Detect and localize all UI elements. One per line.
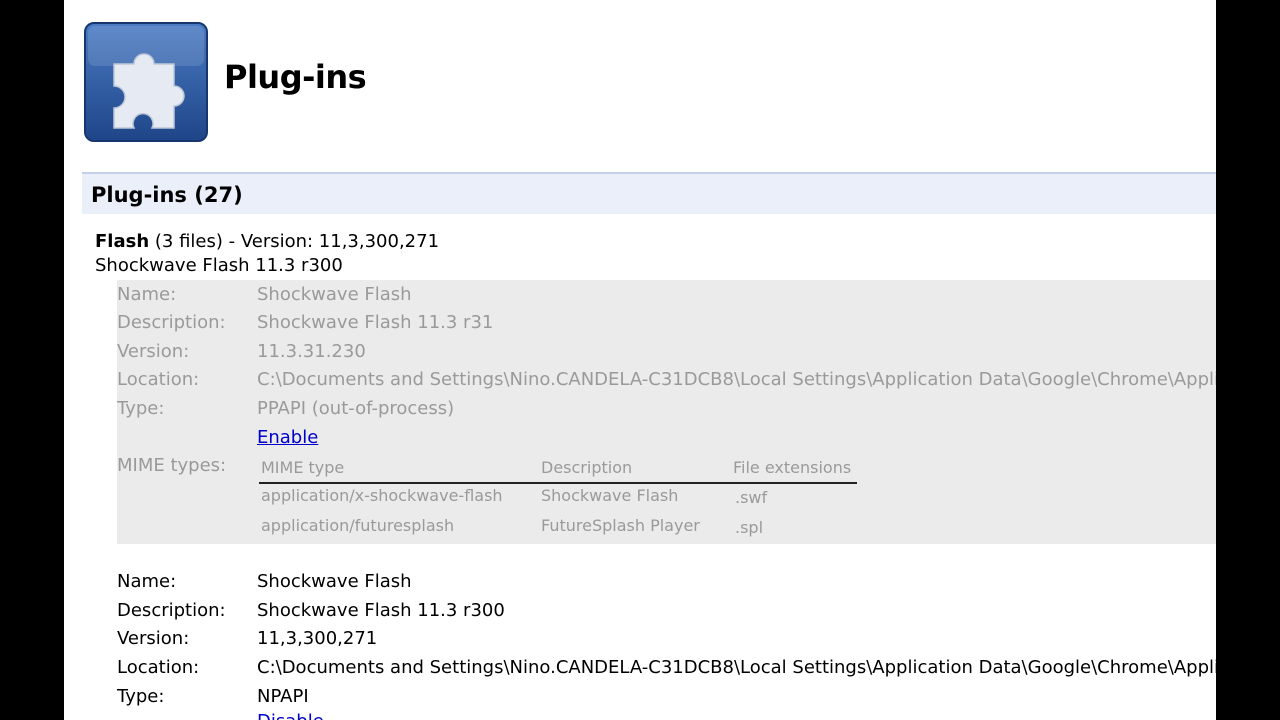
section-header-label: Plug-ins (27) — [91, 183, 243, 207]
location-label: Location: — [117, 369, 200, 390]
plugin-subtitle: Shockwave Flash 11.3 r300 — [95, 255, 343, 276]
location-value: C:\Documents and Settings\Nino.CANDELA-C… — [257, 369, 1216, 390]
type-label: Type: — [117, 686, 165, 707]
type-value: PPAPI (out-of-process) — [257, 398, 455, 419]
location-label: Location: — [117, 657, 200, 678]
plugin-version: - Version: 11,3,300,271 — [222, 231, 440, 252]
name-label: Name: — [117, 571, 177, 592]
type-value: NPAPI — [257, 686, 309, 707]
mime-types-label: MIME types: — [117, 455, 227, 476]
mime-row-description: FutureSplash Player — [541, 516, 700, 535]
mime-header-description: Description — [541, 458, 633, 477]
description-label: Description: — [117, 600, 226, 621]
plugin-name: Flash — [95, 231, 150, 252]
mime-row-description: Shockwave Flash — [541, 486, 679, 505]
version-label: Version: — [117, 628, 190, 649]
enable-link[interactable]: Enable — [257, 424, 318, 452]
name-value: Shockwave Flash — [257, 571, 412, 592]
plugin-file-disabled: Name: Shockwave Flash Description: Shock… — [117, 280, 1216, 544]
description-value: Shockwave Flash 11.3 r300 — [257, 600, 505, 621]
section-header: Plug-ins (27) — [82, 172, 1216, 214]
mime-row-type: application/futuresplash — [261, 516, 455, 535]
description-value: Shockwave Flash 11.3 r31 — [257, 312, 494, 333]
mime-row-extension: .swf — [735, 488, 768, 507]
plugin-file-count: (3 files) — [154, 231, 223, 252]
mime-row-type: application/x-shockwave-flash — [261, 486, 503, 505]
version-label: Version: — [117, 341, 190, 362]
mime-header-extensions: File extensions — [733, 458, 852, 477]
location-value: C:\Documents and Settings\Nino.CANDELA-C… — [257, 657, 1216, 678]
plugin-heading: Flash (3 files) - Version: 11,3,300,271 — [95, 230, 439, 254]
name-value: Shockwave Flash — [257, 284, 412, 305]
version-value: 11.3.31.230 — [257, 341, 366, 362]
type-label: Type: — [117, 398, 165, 419]
mime-row-extension: .spl — [735, 518, 764, 537]
plugin-file-enabled: Name: Shockwave Flash Description: Shock… — [117, 566, 1216, 720]
puzzle-piece-icon — [84, 22, 208, 142]
description-label: Description: — [117, 312, 226, 333]
plugins-page: Plug-ins Plug-ins (27) Flash (3 files) -… — [64, 0, 1216, 720]
page-title: Plug-ins — [224, 58, 367, 96]
version-value: 11,3,300,271 — [257, 628, 378, 649]
name-label: Name: — [117, 284, 177, 305]
disable-link[interactable]: Disable — [257, 708, 324, 720]
mime-header-type: MIME type — [261, 458, 345, 477]
